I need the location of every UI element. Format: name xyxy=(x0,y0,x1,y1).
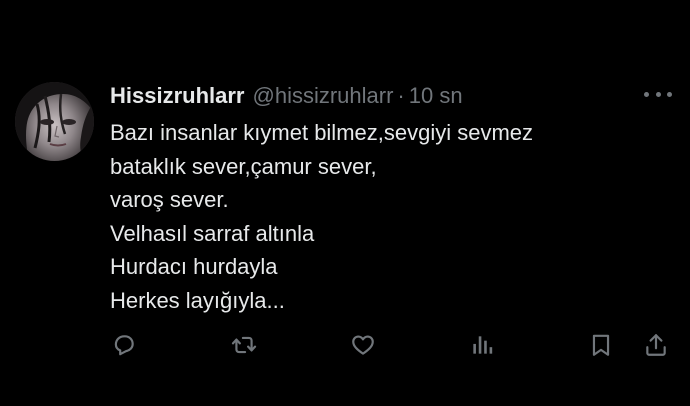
avatar-image xyxy=(15,82,94,161)
avatar[interactable] xyxy=(15,82,94,161)
tweet[interactable]: Hissizruhlarr @hissizruhlarr · 10 sn Baz… xyxy=(0,0,690,406)
action-bar xyxy=(0,330,690,360)
share-button[interactable] xyxy=(641,330,671,360)
tweet-line: Velhasıl sarraf altınla xyxy=(110,220,315,246)
tweet-line: Herkes layığıyla... xyxy=(110,287,285,313)
like-button[interactable] xyxy=(348,330,378,360)
bookmark-button[interactable] xyxy=(586,330,616,360)
analytics-icon xyxy=(473,336,493,354)
tweet-line: varoş sever. xyxy=(110,187,229,212)
share-icon xyxy=(646,334,666,356)
user-handle[interactable]: @hissizruhlarr xyxy=(253,83,394,109)
retweet-button[interactable] xyxy=(229,330,259,360)
tweet-line: Bazı insanlar kıymet bilmez,sevgiyi sevm… xyxy=(110,120,534,145)
timestamp[interactable]: 10 sn xyxy=(409,83,463,109)
reply-button[interactable] xyxy=(109,330,139,360)
reply-icon xyxy=(114,335,134,356)
more-dot xyxy=(644,91,649,97)
tweet-text: Bazı insanlar kıymet bilmez,sevgiyi sevm… xyxy=(110,116,670,317)
bookmark-icon xyxy=(592,334,610,356)
separator-dot: · xyxy=(397,83,405,108)
more-horizontal-icon[interactable] xyxy=(644,84,672,104)
retweet-icon xyxy=(231,336,257,354)
more-dot xyxy=(667,91,672,97)
heart-icon xyxy=(352,335,374,355)
tweet-header: Hissizruhlarr @hissizruhlarr · 10 sn xyxy=(110,82,463,110)
more-dot xyxy=(655,91,661,97)
views-button[interactable] xyxy=(467,330,497,360)
tweet-line: Hurdacı hurdayla xyxy=(110,254,278,279)
tweet-line: bataklık sever,çamur sever, xyxy=(110,153,377,179)
display-name[interactable]: Hissizruhlarr xyxy=(110,83,245,109)
